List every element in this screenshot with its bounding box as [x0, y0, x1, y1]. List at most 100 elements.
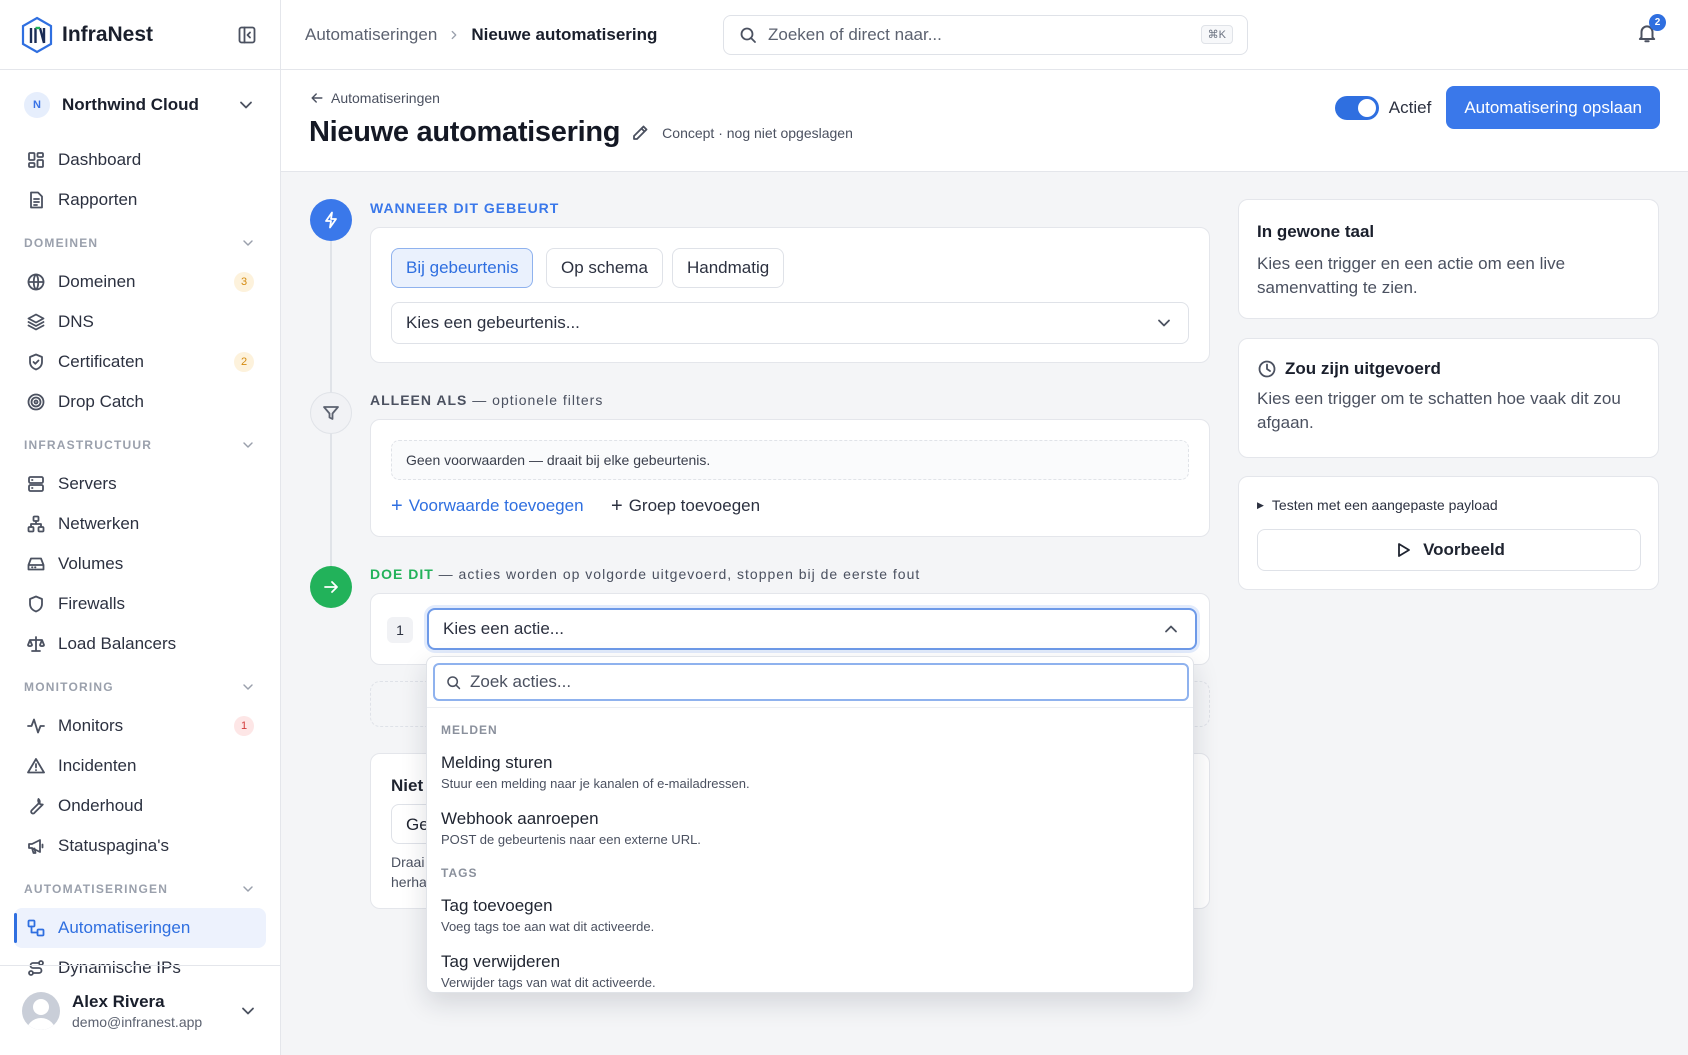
- sidebar-item-drop-catch[interactable]: Drop Catch: [14, 382, 266, 422]
- user-menu[interactable]: Alex Rivera demo@infranest.app: [0, 965, 280, 1055]
- action-search[interactable]: [433, 663, 1189, 701]
- option-title: Webhook aanroepen: [441, 809, 599, 828]
- section-title: DOMEINEN: [24, 236, 99, 250]
- brand-bar: InfraNest: [0, 0, 280, 70]
- sidebar-item-certificaten[interactable]: Certificaten 2: [14, 342, 266, 382]
- chevron-down-icon: [1158, 319, 1170, 327]
- test-payload-toggle[interactable]: ▶ Testen met een aangepaste payload: [1257, 497, 1498, 513]
- option-description: Voeg tags toe aan wat dit activeerde.: [441, 919, 655, 934]
- action-search-input[interactable]: [470, 672, 1177, 692]
- notifications-button[interactable]: 2: [1636, 14, 1666, 44]
- caret-right-icon: ▶: [1257, 499, 1264, 510]
- shortcut-hint: ⌘K: [1200, 25, 1233, 44]
- plus-icon: +: [611, 495, 623, 517]
- sidebar-item-onderhoud[interactable]: Onderhoud: [14, 786, 266, 826]
- global-search[interactable]: ⌘K: [723, 14, 1248, 55]
- add-group-button[interactable]: + Groep toevoegen: [611, 496, 760, 516]
- sidebar-item-volumes[interactable]: Volumes: [14, 544, 266, 584]
- chevron-down-icon: [243, 442, 253, 448]
- search-input[interactable]: [768, 24, 1201, 45]
- sidebar-toggle-icon: [238, 26, 256, 43]
- sidebar-item-label: Servers: [58, 474, 117, 493]
- dropdown-divider: [427, 707, 1193, 708]
- option-tag-toevoegen[interactable]: Tag toevoegen Voeg tags toe aan wat dit …: [427, 892, 1193, 944]
- action-select-placeholder: Kies een actie...: [443, 619, 564, 638]
- error-card-note-1: Draai: [391, 854, 425, 870]
- user-email: demo@infranest.app: [72, 1013, 203, 1030]
- chevron-up-icon: [1165, 625, 1177, 633]
- globe-icon: [27, 273, 45, 291]
- pencil-icon[interactable]: [630, 123, 650, 143]
- trigger-step-marker: [310, 199, 352, 241]
- sidebar-item-dns[interactable]: DNS: [14, 302, 266, 342]
- preview-button[interactable]: Voorbeeld: [1257, 529, 1641, 571]
- group-melden: MELDEN: [441, 723, 498, 737]
- page-header: Automatiseringen Nieuwe automatisering C…: [281, 70, 1688, 172]
- sidebar-item-servers[interactable]: Servers: [14, 464, 266, 504]
- infranest-logo-icon: [21, 16, 53, 53]
- report-icon: [30, 191, 43, 209]
- activity-icon: [27, 718, 45, 734]
- wrench-icon: [30, 798, 44, 815]
- active-toggle-label: Actief: [1388, 97, 1432, 117]
- action-card: 1 Kies een actie...: [370, 593, 1210, 665]
- sidebar-item-monitors[interactable]: Monitors 1: [14, 706, 266, 746]
- network-icon: [27, 515, 45, 533]
- sidebar-item-label: Rapporten: [58, 190, 138, 209]
- sidebar-item-label: Firewalls: [58, 594, 126, 613]
- plain-language-description: Kies een trigger en een actie om een liv…: [1257, 254, 1566, 297]
- active-toggle[interactable]: [1334, 95, 1379, 120]
- sidebar-item-netwerken[interactable]: Netwerken: [14, 504, 266, 544]
- chevron-down-icon: [240, 101, 252, 109]
- back-link-label: Automatiseringen: [331, 90, 440, 106]
- clock-icon: [1258, 360, 1276, 378]
- back-link[interactable]: Automatiseringen: [309, 90, 440, 106]
- sidebar-item-dashboard[interactable]: Dashboard: [14, 140, 266, 180]
- section-infrastructuur[interactable]: INFRASTRUCTUUR: [14, 426, 266, 464]
- tab-handmatig[interactable]: Handmatig: [672, 248, 785, 288]
- option-webhook-aanroepen[interactable]: Webhook aanroepen POST de gebeurtenis na…: [427, 805, 1193, 857]
- collapse-sidebar-button[interactable]: [234, 22, 260, 48]
- action-select[interactable]: Kies een actie...: [427, 608, 1197, 650]
- group-tags: TAGS: [441, 866, 478, 880]
- option-melding-sturen[interactable]: Melding sturen Stuur een melding naar je…: [427, 749, 1193, 801]
- sidebar-item-incidenten[interactable]: Incidenten: [14, 746, 266, 786]
- trigger-step-label: WANNEER DIT GEBEURT: [370, 200, 559, 216]
- section-monitoring[interactable]: MONITORING: [14, 668, 266, 706]
- sidebar: InfraNest N Northwind Cloud Dashboard Ra…: [0, 0, 281, 1055]
- option-tag-verwijderen[interactable]: Tag verwijderen Verwijder tags van wat d…: [427, 948, 1193, 992]
- sidebar-item-domeinen[interactable]: Domeinen 3: [14, 262, 266, 302]
- dashboard-icon: [28, 152, 44, 168]
- breadcrumb: Automatiseringen Nieuwe automatisering: [305, 25, 723, 45]
- tab-bij-gebeurtenis[interactable]: Bij gebeurtenis: [391, 248, 534, 288]
- breadcrumb-current: Nieuwe automatisering: [471, 24, 658, 44]
- tab-op-schema[interactable]: Op schema: [546, 248, 663, 288]
- event-select-placeholder: Kies een gebeurtenis...: [406, 313, 580, 332]
- save-automation-button[interactable]: Automatisering opslaan: [1446, 86, 1660, 129]
- sidebar-item-label: Monitors: [58, 716, 124, 735]
- breadcrumb-parent-link[interactable]: Automatiseringen: [305, 25, 437, 45]
- sidebar-item-statuspaginas[interactable]: Statuspagina's: [14, 826, 266, 866]
- search-icon: [447, 675, 461, 689]
- section-automatiseringen[interactable]: AUTOMATISERINGEN: [14, 870, 266, 908]
- sidebar-item-label: Onderhoud: [58, 796, 144, 815]
- notification-count-badge: 2: [1649, 14, 1666, 31]
- sidebar-item-firewalls[interactable]: Firewalls: [14, 584, 266, 624]
- arrow-left-icon: [311, 93, 323, 103]
- action-step-marker: [310, 566, 352, 608]
- sidebar-item-load-balancers[interactable]: Load Balancers: [14, 624, 266, 664]
- page-title: Nieuwe automatisering: [309, 116, 621, 148]
- org-switcher[interactable]: N Northwind Cloud: [0, 70, 280, 140]
- option-description: Verwijder tags van wat dit activeerde.: [441, 975, 656, 990]
- hard-drive-icon: [27, 557, 45, 571]
- sidebar-item-rapporten[interactable]: Rapporten: [14, 180, 266, 220]
- sidebar-item-automatiseringen[interactable]: Automatiseringen: [14, 908, 266, 948]
- add-condition-button[interactable]: + Voorwaarde toevoegen: [391, 496, 584, 516]
- count-badge: 3: [234, 272, 254, 292]
- option-title: Tag toevoegen: [441, 896, 553, 915]
- chevron-down-icon: [242, 1007, 254, 1014]
- user-info: Alex Rivera demo@infranest.app: [72, 992, 238, 1030]
- section-domeinen[interactable]: DOMEINEN: [14, 224, 266, 262]
- event-select[interactable]: Kies een gebeurtenis...: [391, 302, 1189, 344]
- trigger-card: Bij gebeurtenis Op schema Handmatig Kies…: [370, 227, 1210, 363]
